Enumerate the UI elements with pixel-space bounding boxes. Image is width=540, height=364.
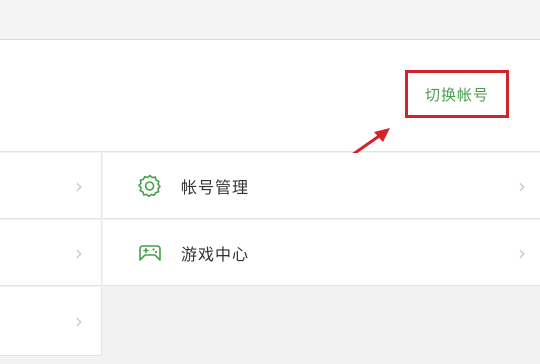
top-bar bbox=[0, 0, 540, 40]
left-list-item-2[interactable]: › bbox=[0, 220, 102, 286]
switch-account-link[interactable]: 切换帐号 bbox=[425, 84, 489, 105]
gamepad-icon bbox=[139, 244, 161, 261]
menu-item-account-management[interactable]: 帐号管理 › bbox=[103, 153, 540, 219]
gear-icon bbox=[138, 174, 161, 197]
menu-item-label: 游戏中心 bbox=[181, 244, 250, 264]
empty-area bbox=[103, 286, 540, 356]
chevron-right-icon: › bbox=[75, 173, 83, 198]
left-list-item-1[interactable]: › bbox=[0, 153, 102, 219]
menu-item-game-center[interactable]: 游戏中心 › bbox=[103, 220, 540, 286]
left-list-item-3[interactable]: › bbox=[0, 287, 102, 356]
chevron-right-icon: › bbox=[75, 240, 83, 265]
chevron-right-icon: › bbox=[75, 309, 83, 333]
chevron-right-icon: › bbox=[518, 173, 526, 198]
chevron-right-icon: › bbox=[518, 240, 526, 265]
menu-item-label: 帐号管理 bbox=[181, 177, 250, 197]
settings-page: 切换帐号 › › › 帐号管理 › 游戏中心 › bbox=[0, 0, 540, 364]
switch-account-highlight: 切换帐号 bbox=[405, 70, 509, 118]
